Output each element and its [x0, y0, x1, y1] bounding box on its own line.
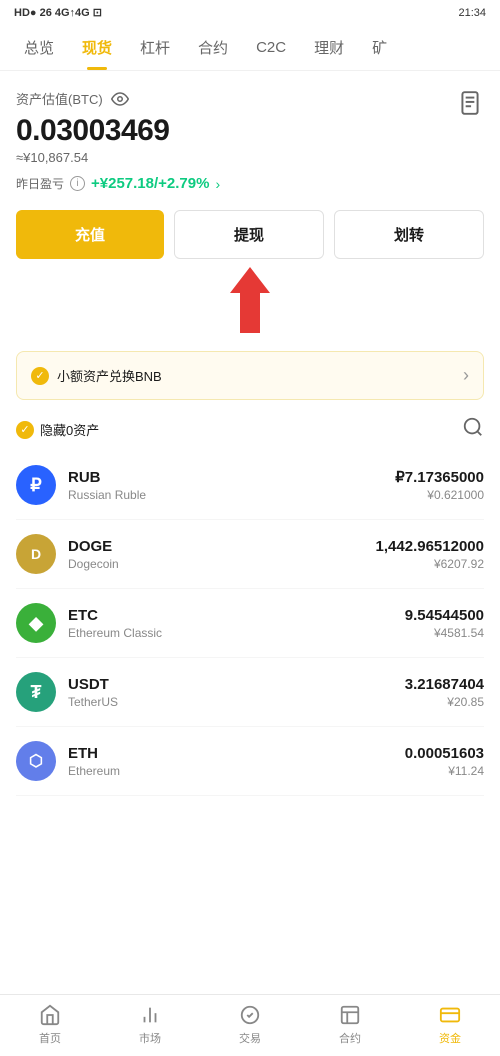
bottom-nav-contract[interactable]: 合约: [300, 1003, 400, 1046]
usdt-icon: ₮: [16, 672, 56, 712]
eye-icon[interactable]: [111, 90, 129, 108]
check-circle-icon: ✓: [16, 421, 34, 439]
coin-name: Dogecoin: [68, 557, 119, 571]
asset-right: 9.54544500 ¥4581.54: [405, 607, 484, 640]
time: 21:34: [458, 7, 486, 19]
coin-amount: ₽7.17365000: [395, 468, 484, 486]
asset-label: 资产估值(BTC): [16, 89, 170, 108]
coin-symbol: RUB: [68, 469, 146, 486]
bottom-nav-contract-label: 合约: [339, 1030, 361, 1046]
withdraw-button[interactable]: 提现: [174, 210, 324, 259]
coin-cny: ¥4581.54: [405, 626, 484, 640]
coin-name: Ethereum Classic: [68, 626, 162, 640]
pnl-row: 昨日盈亏 i +¥257.18/+2.79% ›: [16, 175, 484, 192]
nav-item-overview[interactable]: 总览: [10, 25, 68, 70]
coin-list: ₽ RUB Russian Ruble ₽7.17365000 ¥0.62100…: [16, 451, 484, 796]
table-row[interactable]: D DOGE Dogecoin 1,442.96512000 ¥6207.92: [16, 520, 484, 589]
asset-right: 3.21687404 ¥20.85: [405, 676, 484, 709]
status-bar: HD● 26 4G↑4G ⊡ 21:34: [0, 0, 500, 25]
bottom-nav: 首页 市场 交易 合约: [0, 994, 500, 1056]
up-arrow-svg: [220, 265, 280, 335]
nav-item-finance[interactable]: 理财: [300, 25, 358, 70]
coin-cny: ¥0.621000: [395, 488, 484, 502]
action-buttons: 充值 提现 划转: [16, 210, 484, 259]
asset-left: D DOGE Dogecoin: [16, 534, 119, 574]
home-icon: [38, 1003, 62, 1027]
coin-amount: 3.21687404: [405, 676, 484, 693]
coin-symbol: DOGE: [68, 538, 119, 555]
pnl-info-icon: i: [70, 176, 85, 191]
coin-name: TetherUS: [68, 695, 118, 709]
bottom-nav-market-label: 市场: [139, 1030, 161, 1046]
asset-left: ◆ ETC Ethereum Classic: [16, 603, 162, 643]
bottom-nav-trade[interactable]: 交易: [200, 1003, 300, 1046]
coin-symbol: ETC: [68, 607, 162, 624]
asset-left: ⬡ ETH Ethereum: [16, 741, 120, 781]
coin-amount: 1,442.96512000: [376, 538, 484, 555]
etc-icon: ◆: [16, 603, 56, 643]
coin-name: Russian Ruble: [68, 488, 146, 502]
asset-right: ₽7.17365000 ¥0.621000: [395, 468, 484, 502]
coin-amount: 9.54544500: [405, 607, 484, 624]
btn-area: 充值 提现 划转: [16, 210, 484, 335]
bnb-banner-text: 小额资产兑换BNB: [57, 366, 162, 385]
table-row[interactable]: ₽ RUB Russian Ruble ₽7.17365000 ¥0.62100…: [16, 451, 484, 520]
coin-cny: ¥6207.92: [376, 557, 484, 571]
arrow-pointer: [16, 265, 484, 335]
cny-value: ≈¥10,867.54: [16, 150, 170, 165]
asset-header: 资产估值(BTC) 0.03003469 ≈¥10,867.54: [16, 89, 484, 165]
doge-icon: D: [16, 534, 56, 574]
coin-symbol: USDT: [68, 676, 118, 693]
bottom-nav-home-label: 首页: [39, 1030, 61, 1046]
bnb-banner-arrow: ›: [463, 365, 469, 386]
asset-right: 0.00051603 ¥11.24: [405, 745, 484, 778]
coin-cny: ¥11.24: [405, 764, 484, 778]
transfer-button[interactable]: 划转: [334, 210, 484, 259]
table-row[interactable]: ⬡ ETH Ethereum 0.00051603 ¥11.24: [16, 727, 484, 796]
nav-item-mining[interactable]: 矿: [358, 25, 401, 70]
btc-value: 0.03003469: [16, 114, 170, 148]
top-nav: 总览 现货 杠杆 合约 C2C 理财 矿: [0, 25, 500, 71]
nav-item-leverage[interactable]: 杠杆: [126, 25, 184, 70]
bnb-check-icon: ✓: [31, 367, 49, 385]
hide-assets-label: 隐藏0资产: [40, 420, 99, 439]
contract-icon: [338, 1003, 362, 1027]
rub-icon: ₽: [16, 465, 56, 505]
coin-name: Ethereum: [68, 764, 120, 778]
bottom-nav-funds[interactable]: 资金: [400, 1003, 500, 1046]
coin-symbol: ETH: [68, 745, 120, 762]
main-content: 资产估值(BTC) 0.03003469 ≈¥10,867.54 昨日盈: [0, 71, 500, 876]
funds-icon: [438, 1003, 462, 1027]
search-icon[interactable]: [462, 416, 484, 443]
table-row[interactable]: ◆ ETC Ethereum Classic 9.54544500 ¥4581.…: [16, 589, 484, 658]
asset-left: ₽ RUB Russian Ruble: [16, 465, 146, 505]
market-icon: [138, 1003, 162, 1027]
eth-icon: ⬡: [16, 741, 56, 781]
asset-list-header: ✓ 隐藏0资产: [16, 416, 484, 443]
pnl-value: +¥257.18/+2.79%: [91, 175, 209, 192]
nav-item-spot[interactable]: 现货: [68, 25, 126, 70]
bnb-banner-left: ✓ 小额资产兑换BNB: [31, 366, 162, 385]
bottom-nav-home[interactable]: 首页: [0, 1003, 100, 1046]
asset-left: ₮ USDT TetherUS: [16, 672, 118, 712]
bottom-nav-funds-label: 资金: [439, 1030, 461, 1046]
coin-amount: 0.00051603: [405, 745, 484, 762]
recharge-button[interactable]: 充值: [16, 210, 164, 259]
nav-item-c2c[interactable]: C2C: [242, 27, 300, 68]
nav-item-contract[interactable]: 合约: [184, 25, 242, 70]
coin-cny: ¥20.85: [405, 695, 484, 709]
status-left: HD● 26 4G↑4G ⊡: [14, 6, 102, 19]
pnl-chevron: ›: [215, 176, 220, 192]
pnl-label: 昨日盈亏: [16, 175, 64, 192]
status-right: 21:34: [458, 7, 486, 19]
bnb-banner[interactable]: ✓ 小额资产兑换BNB ›: [16, 351, 484, 400]
trade-icon: [238, 1003, 262, 1027]
hide-assets-toggle[interactable]: ✓ 隐藏0资产: [16, 420, 99, 439]
bottom-nav-trade-label: 交易: [239, 1030, 261, 1046]
table-row[interactable]: ₮ USDT TetherUS 3.21687404 ¥20.85: [16, 658, 484, 727]
receipt-icon[interactable]: [456, 89, 484, 117]
status-icons: HD● 26 4G↑4G ⊡: [14, 6, 102, 19]
bottom-nav-market[interactable]: 市场: [100, 1003, 200, 1046]
asset-right: 1,442.96512000 ¥6207.92: [376, 538, 484, 571]
